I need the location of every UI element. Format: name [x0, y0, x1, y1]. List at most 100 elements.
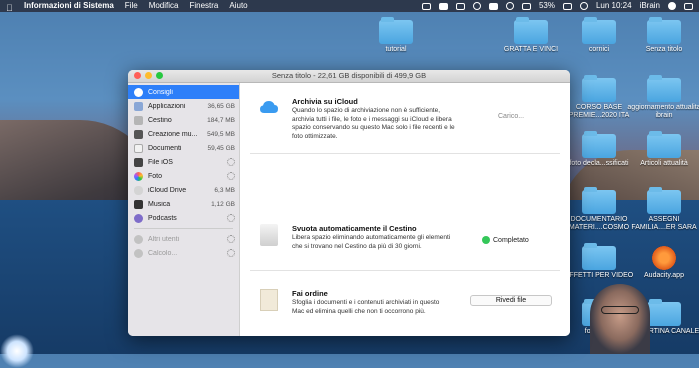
recommendation-icloud: Archivia su iCloud Quando lo spazio di a… [250, 83, 560, 154]
status-icon-3[interactable] [455, 2, 465, 10]
desktop-folder-cornici[interactable]: cornici [562, 17, 636, 54]
desktop-app-audacity[interactable]: Audacity.app [627, 246, 699, 280]
battery-icon[interactable] [562, 2, 572, 10]
sidebar-item-cestino[interactable]: Cestino 184,7 MB [128, 113, 239, 127]
sidebar-item-creazione-musica[interactable]: Creazione mu... 549,5 MB [128, 127, 239, 141]
desktop-folder-articoli[interactable]: Articoli attualità [627, 131, 699, 168]
sidebar-item-label: Musica [148, 200, 171, 208]
recommendation-description: Sfoglia i documenti e i contenuti archiv… [292, 299, 440, 315]
desktop-folder-gratta[interactable]: GRATTA E VINCI [494, 17, 568, 54]
desktop-folder-label: cornici [588, 46, 610, 53]
desktop-folder-label: ASSEGNI FAMILIA....ER SARA [631, 216, 697, 231]
apple-menu-icon[interactable]:  [6, 2, 14, 13]
music-icon [134, 199, 143, 209]
wifi-icon[interactable] [521, 2, 531, 10]
folder-icon [647, 299, 681, 326]
presenter-glasses [601, 306, 639, 314]
minimize-icon[interactable] [145, 72, 152, 79]
search-icon[interactable] [668, 2, 676, 10]
cloud-icon [134, 185, 143, 195]
loading-spinner-icon [227, 214, 235, 222]
sidebar-item-altri-utenti[interactable]: Altri utenti [128, 232, 239, 246]
desktop-folder-assegni[interactable]: ASSEGNI FAMILIA....ER SARA [627, 187, 699, 232]
trash-icon [134, 115, 143, 125]
sidebar-item-file-ios[interactable]: File iOS [128, 155, 239, 169]
folder-icon [647, 75, 681, 102]
sidebar-item-applicazioni[interactable]: Applicazioni 36,65 GB [128, 99, 239, 113]
status-icon-5[interactable] [488, 2, 498, 10]
menu-modifica[interactable]: Modifica [149, 0, 179, 12]
desktop-folder-tutorial[interactable]: tutorial [359, 17, 433, 54]
sidebar-item-foto[interactable]: Foto [128, 169, 239, 183]
app-menu[interactable]: Informazioni di Sistema [24, 0, 114, 12]
menu-clock[interactable]: Lun 10:24 [596, 0, 632, 12]
audacity-icon [652, 246, 676, 270]
folder-icon [582, 75, 616, 102]
desktop-folder-documentario[interactable]: DOCUMENTARIO MATERI....COSMO [562, 187, 636, 232]
podcasts-icon [134, 213, 143, 223]
system-icon [134, 248, 143, 258]
lightbulb-icon [134, 87, 143, 97]
recommendation-title: Svuota automaticamente il Cestino [292, 224, 417, 233]
status-icon-4[interactable] [472, 2, 481, 10]
users-icon [134, 234, 143, 244]
menu-aiuto[interactable]: Aiuto [229, 0, 247, 12]
sidebar-item-label: Documenti [148, 144, 182, 152]
sidebar-divider [134, 228, 233, 229]
recommendation-empty-trash: Svuota automaticamente il Cestino Libera… [250, 210, 560, 271]
folder-icon [582, 131, 616, 158]
sidebar-item-consigli[interactable]: Consigli [128, 85, 239, 99]
close-icon[interactable] [134, 72, 141, 79]
folder-icon [582, 243, 616, 270]
desktop-folder-foto-declassificati[interactable]: foto decla...ssificati [562, 131, 636, 168]
sidebar-item-podcasts[interactable]: Podcasts [128, 211, 239, 225]
desktop-folder-label: GRATTA E VINCI [503, 46, 559, 53]
music-creation-icon [134, 129, 143, 139]
sidebar-item-size: 59,45 GB [207, 144, 235, 152]
sidebar-item-musica[interactable]: Musica 1,12 GB [128, 197, 239, 211]
recommendation-title: Archivia su iCloud [292, 97, 358, 106]
recommendation-title: Fai ordine [292, 289, 328, 298]
control-center-icon[interactable] [684, 2, 693, 10]
loading-spinner-icon [227, 249, 235, 257]
recommendation-description: Quando lo spazio di archiviazione non è … [292, 107, 455, 140]
desktop-folder-corso-base[interactable]: CORSO BASE PREMIE...2020 ITA [562, 75, 636, 120]
folder-icon [647, 187, 681, 214]
storage-management-window: Senza titolo - 22,61 GB disponibili di 4… [128, 70, 570, 336]
sidebar-item-label: Altri utenti [148, 235, 180, 243]
document-icon [134, 143, 143, 153]
status-icon-2[interactable] [438, 2, 448, 10]
sidebar-item-label: Cestino [148, 116, 172, 124]
sidebar-item-size: 1,12 GB [211, 200, 235, 208]
sidebar-item-calcolo[interactable]: Calcolo... [128, 246, 239, 260]
zoom-icon[interactable] [156, 72, 163, 79]
menu-finestra[interactable]: Finestra [189, 0, 218, 12]
desktop-folder-aggiornamento[interactable]: aggiornamento attualita ibrain [627, 75, 699, 120]
desktop-glow [0, 334, 34, 368]
menu-file[interactable]: File [125, 0, 138, 12]
folder-icon [647, 17, 681, 44]
sidebar-item-label: Applicazioni [148, 102, 186, 110]
desktop-folder-label: Articoli attualità [640, 160, 688, 167]
sidebar-item-size: 549,5 MB [207, 130, 235, 138]
status-icon-1[interactable] [421, 2, 431, 10]
sidebar-item-icloud-drive[interactable]: iCloud Drive 6,3 MB [128, 183, 239, 197]
desktop-folder-label: tutorial [385, 46, 407, 53]
desktop-folder-label: DOCUMENTARIO MATERI....COSMO [568, 216, 630, 231]
window-titlebar[interactable]: Senza titolo - 22,61 GB disponibili di 4… [128, 70, 570, 83]
flag-icon[interactable] [579, 2, 588, 10]
loading-spinner-icon [227, 235, 235, 243]
sidebar-item-label: Creazione mu... [148, 130, 198, 138]
sidebar-item-documenti[interactable]: Documenti 59,45 GB [128, 141, 239, 155]
desktop-folder-senza-titolo[interactable]: Senza titolo [627, 17, 699, 54]
menu-user[interactable]: iBrain [640, 0, 660, 12]
desktop-app-label: Audacity.app [644, 272, 684, 279]
sidebar-item-size: 36,65 GB [207, 102, 235, 110]
photos-icon [134, 171, 143, 181]
status-icon-6[interactable] [505, 2, 514, 10]
icloud-loading-status: Carico... [498, 113, 525, 120]
desktop-folder-effetti[interactable]: EFFETTI PER VIDEO [562, 243, 636, 280]
review-files-button[interactable]: Rivedi file [470, 295, 552, 306]
trash-completed-status: Completato [482, 236, 529, 244]
folder-icon [379, 17, 413, 44]
